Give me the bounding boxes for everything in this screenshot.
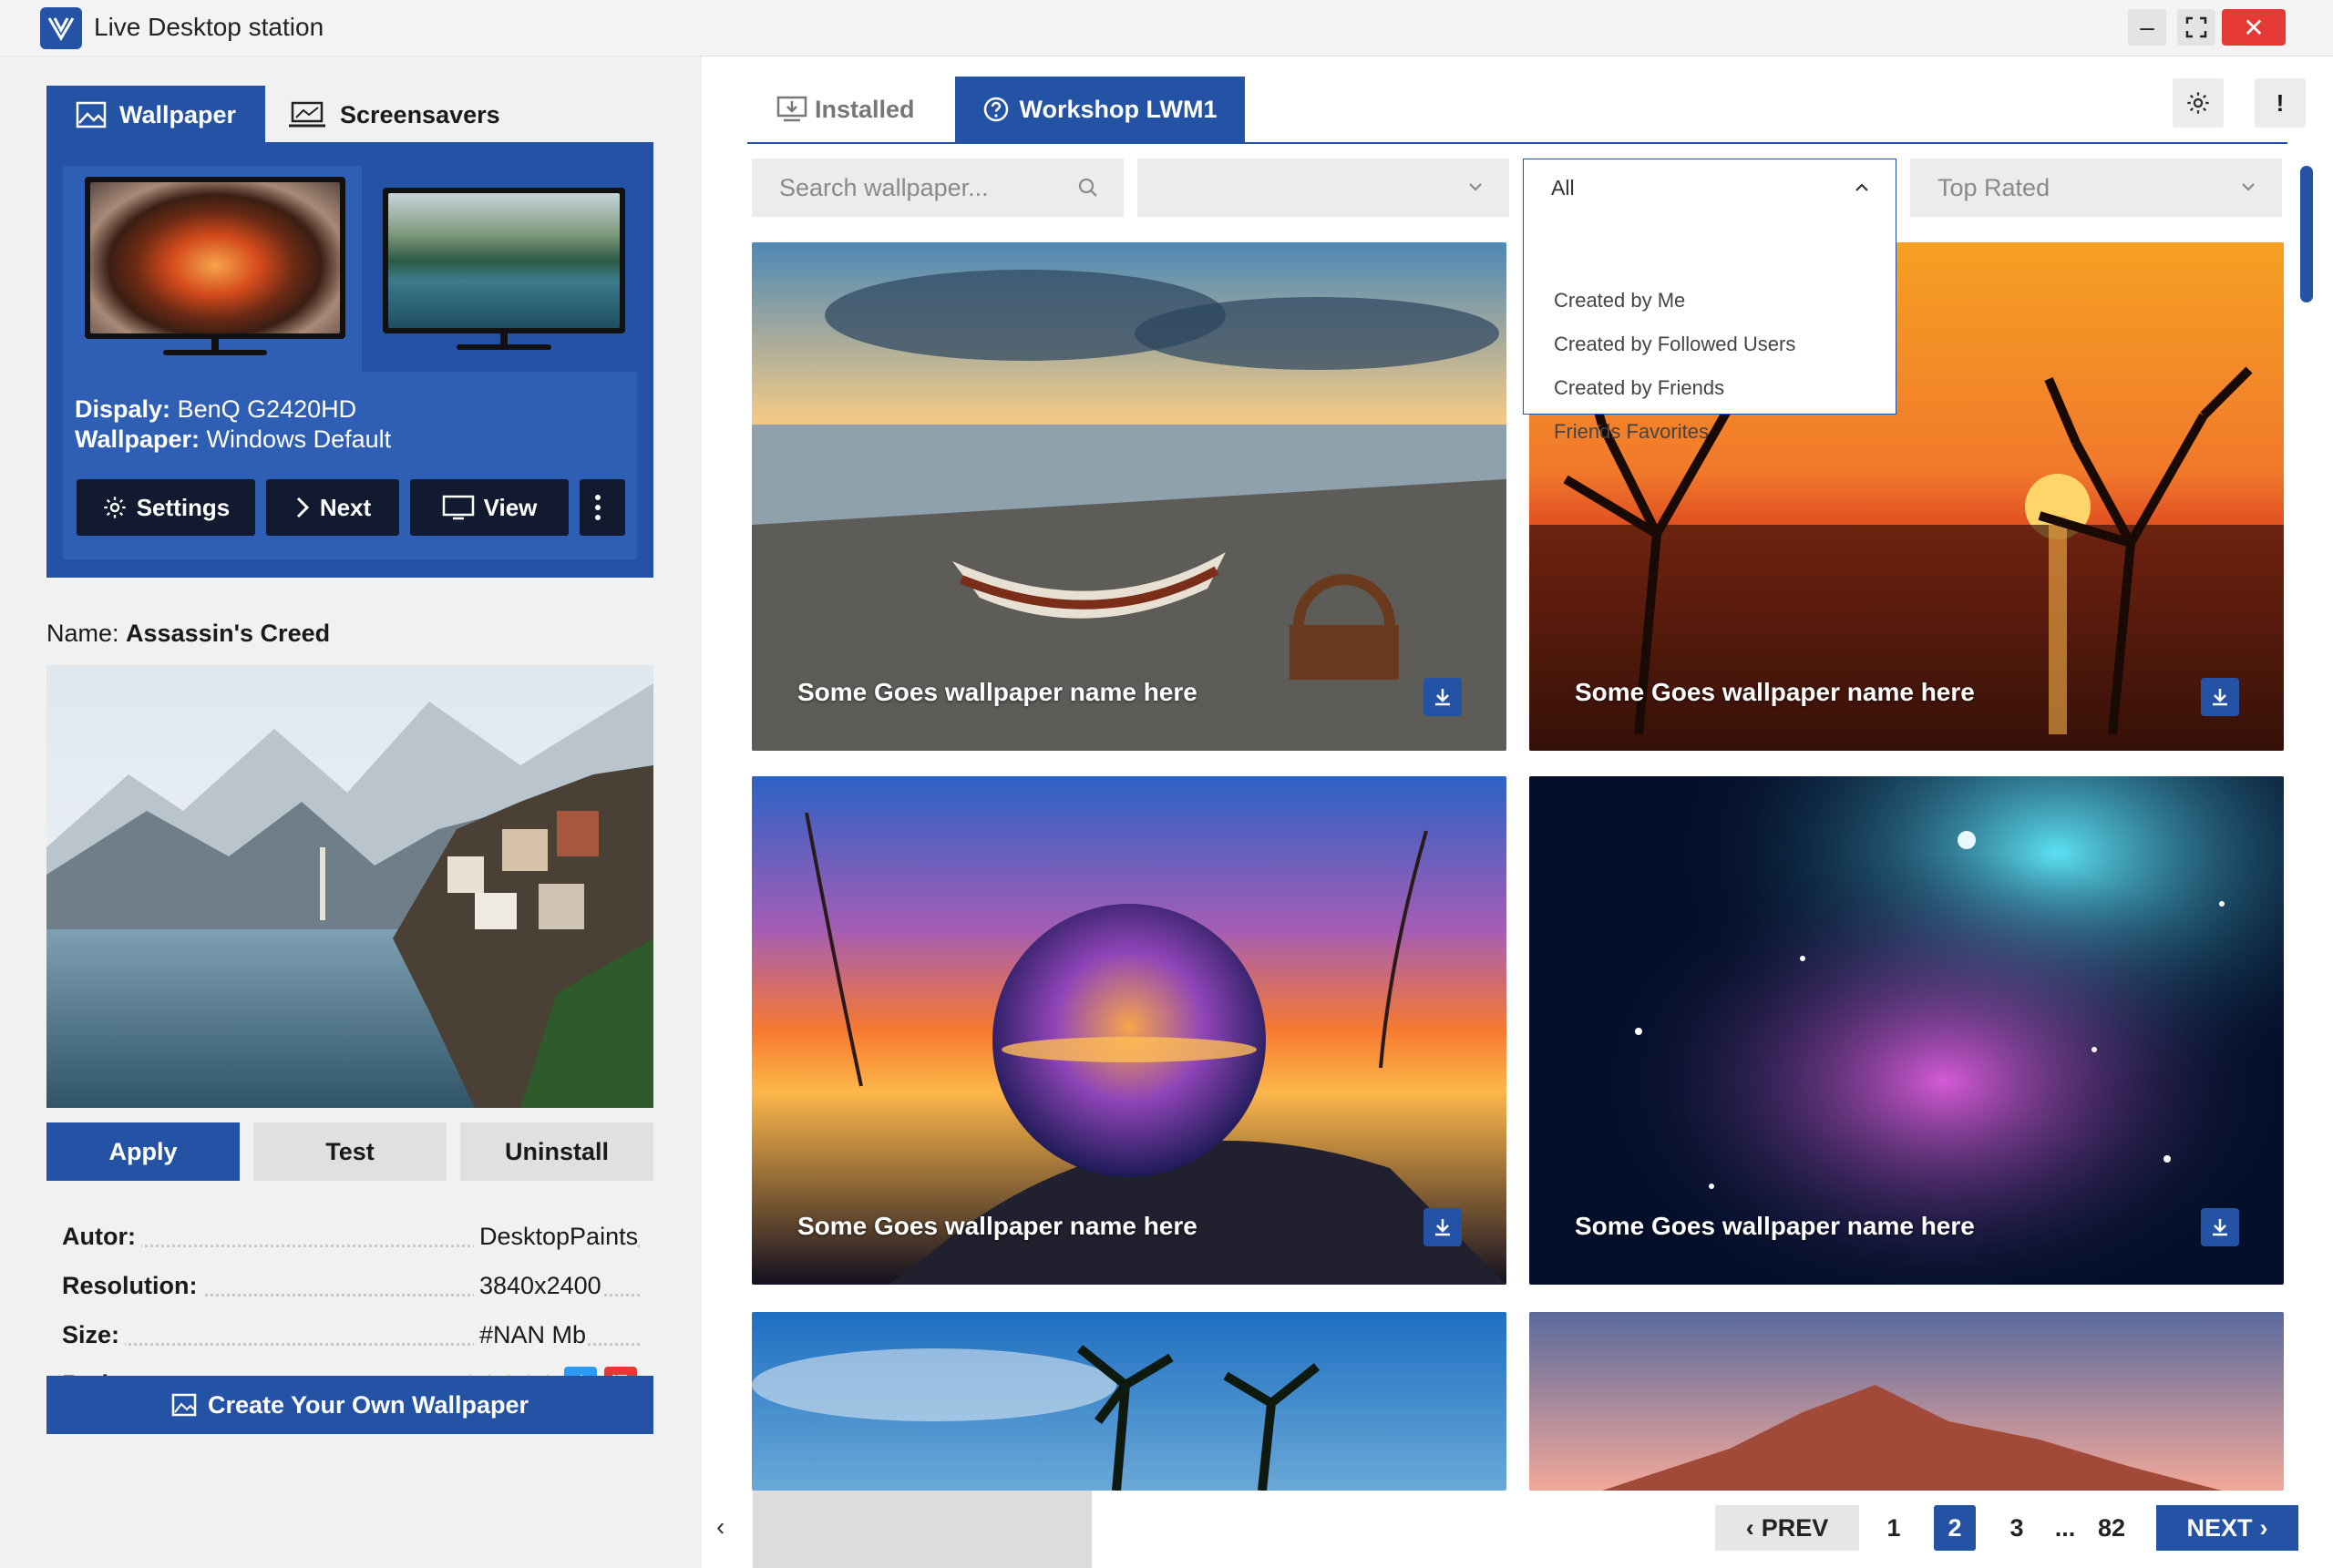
next-button[interactable]: Next <box>266 479 399 536</box>
chevron-down-icon <box>1469 183 1482 191</box>
wallpaper-card[interactable]: Some Goes wallpaper name here <box>752 242 1506 751</box>
page-last-button[interactable]: 82 <box>2087 1505 2136 1551</box>
tab-installed-label: Installed <box>815 95 915 123</box>
search-icon <box>1078 178 1097 197</box>
monitor-icon <box>442 495 474 520</box>
download-icon <box>1435 689 1450 706</box>
wallpaper-card[interactable]: Some Goes wallpaper name here <box>752 776 1506 1285</box>
wallpaper-card[interactable] <box>752 1312 1506 1491</box>
search-input[interactable]: Search wallpaper... <box>752 159 1124 217</box>
screensaver-icon <box>289 101 325 128</box>
category-select[interactable] <box>1137 159 1509 217</box>
prev-label: PREV <box>1761 1513 1829 1542</box>
apply-button[interactable]: Apply <box>46 1122 240 1181</box>
dropdown-option[interactable]: Created by Followed Users <box>1554 333 1795 356</box>
download-icon <box>2213 689 2227 706</box>
tab-installed[interactable]: Installed <box>776 77 968 142</box>
page-ellipsis: ... <box>2054 1513 2076 1542</box>
next-label: Next <box>319 493 372 521</box>
next-page-button[interactable]: NEXT › <box>2156 1505 2298 1551</box>
view-button[interactable]: View <box>410 479 569 536</box>
display-name: Dispaly: BenQ G2420HD <box>75 395 357 423</box>
tab-wallpaper-label: Wallpaper <box>119 100 237 128</box>
image-icon <box>171 1393 197 1417</box>
image-icon <box>76 101 107 128</box>
wallpaper-name: Name: Assassin's Creed <box>46 620 331 647</box>
download-button[interactable] <box>1423 678 1462 716</box>
tab-divider <box>747 142 2287 144</box>
app-title: Live Desktop station <box>94 13 324 41</box>
vertical-scrollbar-thumb[interactable] <box>2300 166 2313 302</box>
display-wallpaper: Wallpaper: Windows Default <box>75 425 392 453</box>
source-select[interactable]: All <box>1523 159 1896 217</box>
dropdown-option[interactable]: Created by Me <box>1554 289 1685 313</box>
meta-resolution: Resolution: 3840x2400 <box>62 1272 640 1308</box>
display-panel: Dispaly: BenQ G2420HD Wallpaper: Windows… <box>46 142 653 578</box>
monitor-download-icon <box>776 96 807 122</box>
card-title: Some Goes wallpaper name here <box>1575 678 1975 706</box>
create-wallpaper-label: Create Your Own Wallpaper <box>207 1390 529 1419</box>
gear-icon <box>2187 92 2209 114</box>
scroll-left-arrow[interactable]: ‹ <box>716 1512 725 1542</box>
test-button[interactable]: Test <box>253 1122 447 1181</box>
next-page-label: NEXT <box>2186 1513 2253 1542</box>
more-vertical-icon <box>595 495 601 520</box>
card-title: Some Goes wallpaper name here <box>797 678 1197 706</box>
wallpaper-card[interactable]: Some Goes wallpaper name here <box>1529 776 2284 1285</box>
monitor-1[interactable] <box>85 177 345 339</box>
sort-value: Top Rated <box>1937 173 2050 201</box>
tab-wallpaper[interactable]: Wallpaper <box>46 86 265 144</box>
settings-button[interactable]: Settings <box>77 479 255 536</box>
card-title: Some Goes wallpaper name here <box>1575 1212 1975 1240</box>
maximize-button[interactable] <box>2177 9 2215 46</box>
tab-screensavers[interactable]: Screensavers <box>287 86 560 144</box>
close-button[interactable]: ✕ <box>2222 9 2286 46</box>
prev-page-button[interactable]: ‹ PREV <box>1715 1505 1859 1551</box>
dropdown-option[interactable]: Created by Friends <box>1554 376 1724 400</box>
wallpaper-card[interactable] <box>1529 1312 2284 1491</box>
settings-label: Settings <box>136 493 231 521</box>
create-wallpaper-button[interactable]: Create Your Own Wallpaper <box>46 1376 653 1434</box>
left-panel: Wallpaper Screensavers Dispaly: BenQ G24… <box>0 56 702 1568</box>
tab-workshop-label: Workshop LWM1 <box>1019 95 1218 123</box>
chevron-down-icon <box>2242 183 2255 191</box>
minimize-button[interactable]: – <box>2128 9 2166 46</box>
info-button[interactable]: ! <box>2255 78 2306 128</box>
download-icon <box>2213 1219 2227 1236</box>
download-icon <box>1435 1219 1450 1236</box>
tab-workshop[interactable]: Workshop LWM1 <box>955 77 1245 142</box>
page-1-button[interactable]: 1 <box>1876 1505 1912 1551</box>
more-options-button[interactable] <box>580 479 625 536</box>
monitor-2[interactable] <box>383 188 625 333</box>
gear-icon <box>104 497 126 518</box>
source-dropdown: Created by Me Created by Followed Users … <box>1523 216 1896 443</box>
wallpaper-preview <box>46 665 653 1108</box>
download-button[interactable] <box>2201 1208 2239 1246</box>
meta-author: Autor: DesktopPaints <box>62 1223 640 1251</box>
app-logo-icon <box>40 7 82 49</box>
workshop-settings-button[interactable] <box>2173 78 2224 128</box>
chevron-right-icon <box>296 497 309 518</box>
tab-screensavers-label: Screensavers <box>340 100 500 128</box>
chevron-left-icon: ‹ <box>1745 1513 1754 1542</box>
search-placeholder: Search wallpaper... <box>779 173 989 201</box>
view-label: View <box>483 493 538 521</box>
maximize-icon <box>2185 16 2207 38</box>
page-3-button[interactable]: 3 <box>1996 1505 2038 1551</box>
title-bar: Live Desktop station – ✕ <box>0 0 2333 56</box>
sort-select[interactable]: Top Rated <box>1910 159 2282 217</box>
uninstall-button[interactable]: Uninstall <box>460 1122 653 1181</box>
card-title: Some Goes wallpaper name here <box>797 1212 1197 1240</box>
page-2-button[interactable]: 2 <box>1934 1505 1976 1551</box>
download-button[interactable] <box>2201 678 2239 716</box>
source-value: All <box>1551 175 1575 200</box>
meta-size: Size: #NAN Mb <box>62 1321 640 1358</box>
horizontal-scrollbar-thumb[interactable] <box>753 1491 1092 1568</box>
help-circle-icon <box>984 97 1009 122</box>
dropdown-option[interactable]: Friends Favorites <box>1554 420 1709 444</box>
chevron-right-icon: › <box>2259 1513 2268 1542</box>
chevron-up-icon <box>1855 183 1868 191</box>
download-button[interactable] <box>1423 1208 1462 1246</box>
